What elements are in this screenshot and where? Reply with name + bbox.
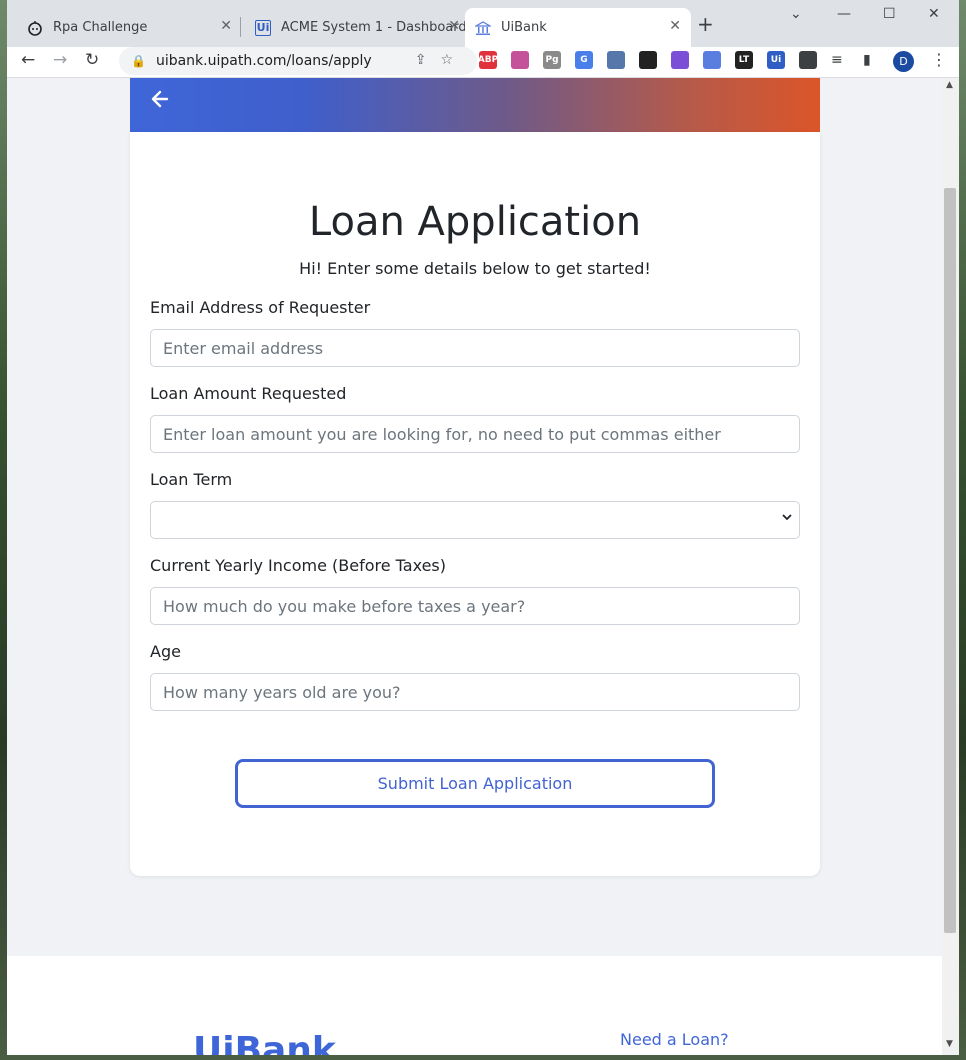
income-field[interactable] <box>150 587 800 625</box>
bank-icon <box>475 20 491 36</box>
address-bar[interactable]: 🔒 uibank.uipath.com/loans/apply ⇪☆ <box>119 47 477 75</box>
close-icon[interactable]: ✕ <box>220 18 232 34</box>
tab-title: ACME System 1 - Dashboard <box>281 20 467 35</box>
need-loan-link[interactable]: Need a Loan? <box>620 1030 729 1049</box>
languagetool-icon[interactable]: LT <box>735 51 753 69</box>
tab-uibank[interactable]: UiBank ✕ <box>465 8 691 47</box>
uipath-ext-icon[interactable]: Ui <box>767 51 785 69</box>
page-title: Loan Application <box>308 199 642 245</box>
age-label: Age <box>150 642 181 661</box>
browser-window: Rpa Challenge ✕ Ui ACME System 1 - Dashb… <box>7 0 959 1055</box>
header-banner <box>130 78 820 132</box>
tab-rpa-challenge[interactable]: Rpa Challenge ✕ <box>17 8 242 47</box>
page-footer: UiBank Need a Loan? <box>7 956 942 1055</box>
back-arrow-icon[interactable] <box>150 89 170 115</box>
email-field[interactable] <box>150 329 800 367</box>
new-tab-icon[interactable]: + <box>697 12 714 36</box>
loan-amount-field[interactable] <box>150 415 800 453</box>
income-label: Current Yearly Income (Before Taxes) <box>150 556 446 575</box>
minimize-icon[interactable]: — <box>837 6 851 22</box>
age-field[interactable] <box>150 673 800 711</box>
tab-strip: Rpa Challenge ✕ Ui ACME System 1 - Dashb… <box>7 0 959 47</box>
avatar[interactable]: D <box>893 51 914 72</box>
circle-ext-icon[interactable] <box>607 51 625 69</box>
page-subtitle: Hi! Enter some details below to get star… <box>299 259 651 278</box>
maximize-icon[interactable]: ☐ <box>883 6 896 22</box>
adblock-icon[interactable]: ABP <box>478 51 498 69</box>
paw-icon[interactable] <box>639 51 657 69</box>
translate-icon[interactable]: G <box>575 51 593 69</box>
tab-title: Rpa Challenge <box>53 20 148 35</box>
back-icon[interactable]: ← <box>21 50 35 70</box>
gradient-ext-icon[interactable] <box>511 51 529 69</box>
scrollbar[interactable]: ▲ ▼ <box>942 78 959 1055</box>
page-viewport: Loan Application Hi! Enter some details … <box>7 78 942 1055</box>
menu-icon[interactable]: ⋮ <box>931 50 947 69</box>
tab-separator <box>240 17 241 37</box>
reading-list-icon[interactable]: ≡ <box>831 52 843 68</box>
term-label: Loan Term <box>150 470 233 489</box>
share-icon[interactable]: ⇪☆ <box>415 52 467 68</box>
window-close-icon[interactable]: ✕ <box>928 6 940 22</box>
amount-label: Loan Amount Requested <box>150 384 347 403</box>
forward-icon[interactable]: → <box>53 50 67 70</box>
tab-search-icon[interactable]: ⌄ <box>790 6 802 22</box>
close-icon[interactable]: ✕ <box>669 18 681 34</box>
submit-loan-button[interactable]: Submit Loan Application <box>235 759 715 808</box>
loan-term-select[interactable] <box>150 501 800 539</box>
footer-logo[interactable]: UiBank <box>193 1030 336 1055</box>
scroll-up-icon[interactable]: ▲ <box>946 80 953 90</box>
reload-icon[interactable]: ↻ <box>85 50 99 70</box>
chevron-ext-icon[interactable] <box>703 51 721 69</box>
email-label: Email Address of Requester <box>150 298 371 317</box>
tab-acme-dashboard[interactable]: Ui ACME System 1 - Dashboard ✕ <box>245 8 470 47</box>
feather-icon[interactable] <box>671 51 689 69</box>
puzzle-icon[interactable] <box>799 51 817 69</box>
pg-icon[interactable]: Pg <box>543 51 561 69</box>
lock-icon: 🔒 <box>131 54 146 68</box>
scroll-down-icon[interactable]: ▼ <box>946 1039 953 1049</box>
url-text: uibank.uipath.com/loans/apply <box>155 53 372 69</box>
close-icon[interactable]: ✕ <box>448 18 460 34</box>
scroll-thumb[interactable] <box>944 188 956 933</box>
chevron-down-icon <box>781 511 793 527</box>
loan-form-card: Loan Application Hi! Enter some details … <box>130 132 820 876</box>
robot-icon <box>27 20 43 36</box>
tab-title: UiBank <box>501 20 547 35</box>
uipath-icon: Ui <box>255 19 271 36</box>
side-panel-icon[interactable]: ▮ <box>863 52 871 68</box>
browser-toolbar: ← → ↻ 🔒 uibank.uipath.com/loans/apply ⇪☆… <box>7 47 959 78</box>
